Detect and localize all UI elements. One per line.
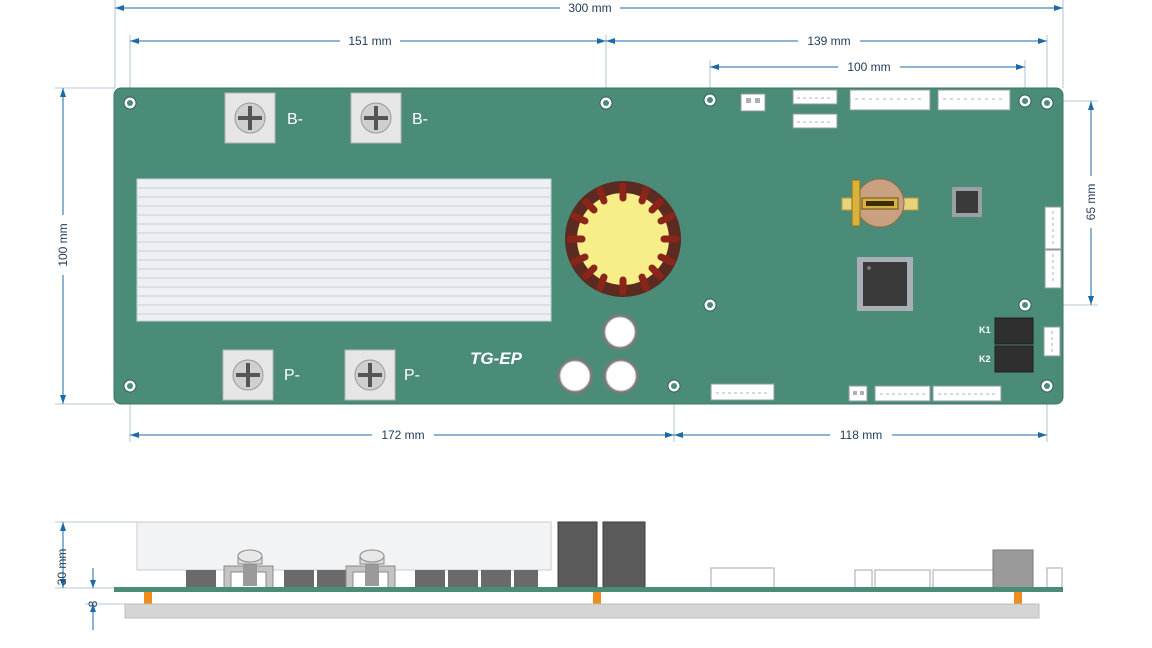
heatsink-side [136,521,552,571]
capacitor-side-2 [602,521,646,589]
mounting-hole-icon [1040,379,1054,393]
connectors-right [1043,206,1062,357]
connector [932,385,1002,402]
mounting-hole-icon [123,379,137,393]
capacitor [557,358,593,394]
bms-board-drawing: 300 mm 151 mm 139 mm 100 mm 100 mm 65 mm… [55,0,1098,630]
dim-overall-width: 300 mm [568,1,611,15]
dim-side-height: 30 mm [55,549,69,586]
connector [874,385,931,402]
dimension-30-side: 30 mm [55,522,69,588]
dimension-65: 65 mm [1084,101,1098,305]
cross-screw-icon [360,102,392,134]
connector [1044,249,1062,289]
mounting-hole-icon [1018,94,1032,108]
capacitor-side-1 [557,521,598,589]
relay-side [992,549,1034,589]
cross-screw-icon [354,359,386,391]
mounting-hole-icon [667,379,681,393]
dim-connector-span: 100 mm [847,60,890,74]
relay-label: K2 [979,354,991,364]
dimension-118: 118 mm [674,428,1047,442]
dimension-100-connectors: 100 mm [710,60,1025,74]
terminal-label: P- [284,367,300,384]
cross-screw-icon [232,359,264,391]
dim-bottom-left-span: 172 mm [381,428,424,442]
capacitor [603,358,639,394]
connector [740,93,766,112]
dimension-8-side: 8 [86,568,100,630]
cross-screw-icon [234,102,266,134]
main-mcu [857,257,913,311]
mounting-hole-icon [703,93,717,107]
small-ic [952,187,982,217]
dimension-300: 300 mm [115,1,1063,15]
connector [1044,206,1062,250]
base-plate [124,603,1040,619]
connector [1043,326,1061,357]
relay-label: K1 [979,325,991,335]
heatsink [136,178,552,322]
brand-logo: TG-EP [470,349,523,368]
connector [710,383,775,401]
terminal-label: B- [412,111,428,128]
connector [792,89,838,105]
dim-bottom-right-span: 118 mm [840,428,882,442]
pcb-side [114,587,1063,592]
top-view: 300 mm 151 mm 139 mm 100 mm 100 mm 65 mm… [55,0,1098,442]
mounting-hole-icon [123,96,137,110]
mosfet-row [186,570,538,588]
dim-top-left-span: 151 mm [348,34,391,48]
mounting-hole-icon [1018,298,1032,312]
dim-right-hole-spacing: 65 mm [1084,184,1098,221]
dim-side-standoff: 8 [86,600,100,607]
mounting-hole-icon [703,298,717,312]
mounting-hole-icon [1040,96,1054,110]
toroid-inductor [565,181,681,297]
connector [937,89,1011,111]
side-view: 30 mm 8 [55,521,1063,630]
terminal-label: P- [404,367,420,384]
standoffs [144,592,1022,604]
dimension-139: 139 mm [606,34,1047,48]
capacitor [602,314,638,350]
terminal-label: B- [287,111,303,128]
connector [849,89,931,111]
connectors-bottom [710,383,1002,402]
dimension-100-height: 100 mm [56,88,70,404]
dimension-172: 172 mm [130,428,674,442]
connector [792,113,838,129]
dim-board-height: 100 mm [56,223,70,266]
mounting-hole-icon [599,96,613,110]
connector [848,385,868,402]
dim-top-right-span: 139 mm [807,34,850,48]
dimension-151: 151 mm [130,34,606,48]
